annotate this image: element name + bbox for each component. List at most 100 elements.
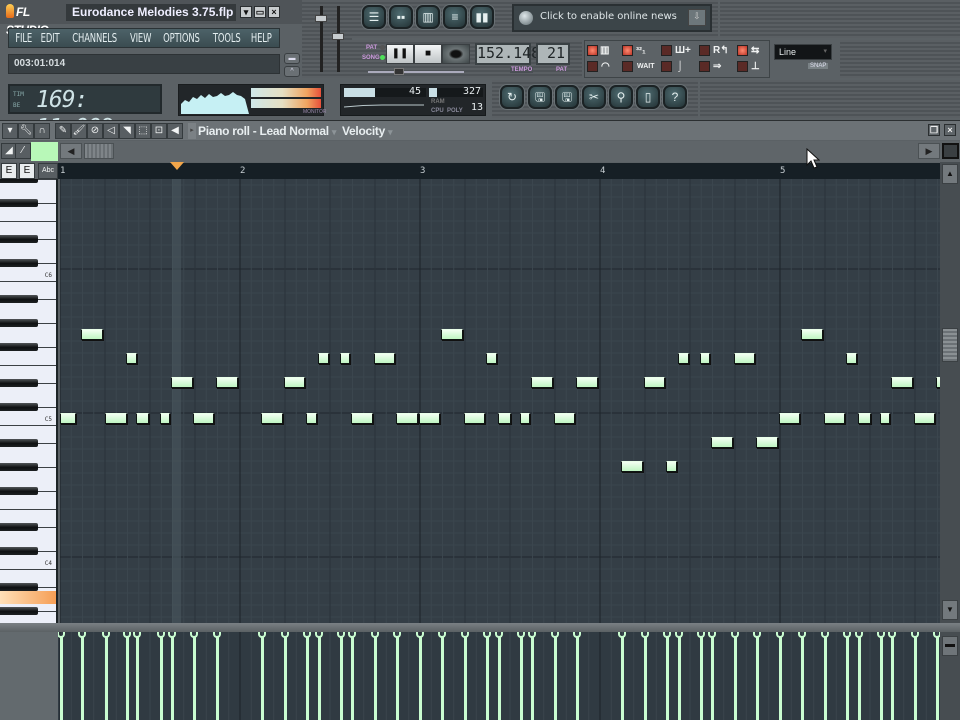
velocity-bar[interactable]: [553, 636, 557, 720]
event-target-select[interactable]: Velocity ▾: [342, 123, 393, 140]
note[interactable]: [216, 377, 238, 388]
master-pitch-knob[interactable]: [332, 33, 344, 40]
collapse-button[interactable]: ^: [284, 66, 300, 77]
velocity-bar[interactable]: [677, 636, 681, 720]
velocity-bar[interactable]: [396, 636, 400, 720]
velocity-bar[interactable]: [823, 636, 827, 720]
menu-view[interactable]: VIEW: [130, 31, 151, 45]
pattern-mode-led[interactable]: [380, 45, 385, 50]
velocity-handle[interactable]: [854, 632, 863, 638]
velocity-bar[interactable]: [576, 636, 580, 720]
save-new-version-button[interactable]: 🖫: [528, 85, 552, 109]
keyboard-view-button[interactable]: Ε: [1, 163, 17, 179]
snap-magnet-button[interactable]: ∩: [34, 123, 50, 139]
velocity-bar[interactable]: [913, 636, 917, 720]
piano-keyboard[interactable]: C6 C5 C4: [0, 179, 58, 623]
velocity-bar[interactable]: [801, 636, 805, 720]
wrench-button[interactable]: 🔧︎: [18, 123, 34, 139]
step-sequencer-button[interactable]: ▪▪: [389, 5, 413, 29]
multilink-toggle[interactable]: [737, 45, 748, 56]
scroll-left-button[interactable]: ◀: [60, 143, 82, 159]
velocity-bar[interactable]: [216, 636, 220, 720]
cut-button[interactable]: ✂: [582, 85, 606, 109]
paint-tool[interactable]: 🖌︎: [71, 123, 87, 139]
note[interactable]: [283, 377, 306, 388]
menu-edit[interactable]: EDIT: [41, 31, 60, 45]
vertical-scroll-thumb[interactable]: [942, 328, 958, 362]
snap-select[interactable]: Line ▾: [774, 44, 832, 60]
velocity-bar[interactable]: [700, 636, 704, 720]
note[interactable]: [105, 413, 127, 424]
note[interactable]: [463, 413, 486, 424]
pattern-number-display[interactable]: 21: [536, 43, 570, 65]
note[interactable]: [576, 377, 598, 388]
velocity-handle[interactable]: [933, 632, 940, 638]
playlist-button[interactable]: ☰: [362, 5, 386, 29]
note[interactable]: [666, 461, 677, 472]
mute-tool[interactable]: ◁: [103, 123, 119, 139]
note[interactable]: [261, 413, 283, 424]
velocity-bar[interactable]: [135, 636, 139, 720]
stop-button[interactable]: ■: [414, 44, 442, 64]
velocity-bar[interactable]: [105, 636, 108, 720]
scroll-up-button[interactable]: ▲: [942, 164, 958, 184]
project-info-button[interactable]: ▯: [636, 85, 660, 109]
velocity-handle[interactable]: [494, 632, 503, 638]
note[interactable]: [126, 353, 137, 364]
master-volume-knob[interactable]: [315, 15, 327, 22]
velocity-bar[interactable]: [857, 636, 861, 720]
pause-button[interactable]: ❚❚: [386, 44, 414, 64]
draw-tool[interactable]: ✎: [55, 123, 71, 139]
undo-button[interactable]: ↻: [500, 85, 524, 109]
mixer-button[interactable]: ▮▮: [470, 5, 494, 29]
zoom-tool[interactable]: ⊡: [151, 123, 167, 139]
note-grid[interactable]: [60, 179, 940, 623]
note[interactable]: [733, 353, 756, 364]
note[interactable]: [317, 353, 329, 364]
note[interactable]: [306, 413, 317, 424]
scroll-down-button[interactable]: ▼: [942, 600, 958, 620]
restore-button[interactable]: ▭: [254, 6, 266, 18]
velocity-bar[interactable]: [418, 636, 422, 720]
note[interactable]: [497, 413, 511, 424]
zoom-box-button[interactable]: [942, 143, 959, 159]
velocity-bar[interactable]: [160, 636, 164, 720]
velocity-bar[interactable]: [711, 636, 715, 720]
black-key[interactable]: [0, 379, 38, 387]
menu-help[interactable]: HELP: [251, 31, 272, 45]
velocity-bar[interactable]: [441, 636, 445, 720]
keyboard-names-button[interactable]: Ε: [19, 163, 35, 179]
velocity-bar[interactable]: [643, 636, 647, 720]
black-key[interactable]: [0, 583, 38, 591]
velocity-bar[interactable]: [520, 636, 524, 720]
velocity-bar[interactable]: [756, 636, 760, 720]
note[interactable]: [823, 413, 846, 424]
menu-channels[interactable]: CHANNELS: [72, 31, 117, 45]
velocity-bar[interactable]: [531, 636, 535, 720]
note[interactable]: [135, 413, 149, 424]
horizontal-scroll-thumb[interactable]: [84, 143, 114, 159]
note[interactable]: [441, 329, 463, 340]
black-key[interactable]: [0, 235, 38, 243]
note[interactable]: [192, 413, 215, 424]
note[interactable]: [677, 353, 689, 364]
velocity-bar[interactable]: [666, 636, 670, 720]
note[interactable]: [160, 413, 171, 424]
metronome-toggle[interactable]: [587, 45, 598, 56]
velocity-bar[interactable]: [340, 636, 344, 720]
note[interactable]: [891, 377, 913, 388]
event-zoom-button[interactable]: ▬: [942, 636, 958, 656]
velocity-bar[interactable]: [126, 636, 130, 720]
black-key[interactable]: [0, 319, 38, 327]
typing-keyboard-toggle[interactable]: [587, 61, 598, 72]
velocity-bar[interactable]: [261, 636, 265, 720]
black-key[interactable]: [0, 343, 38, 351]
output-monitor[interactable]: MONITOR: [178, 84, 327, 116]
note[interactable]: [857, 413, 871, 424]
velocity-bar[interactable]: [463, 636, 467, 720]
velocity-bar[interactable]: [497, 636, 501, 720]
black-key[interactable]: [0, 439, 38, 447]
black-key[interactable]: [0, 179, 38, 183]
velocity-bar[interactable]: [306, 636, 310, 720]
select-tool[interactable]: ⬚: [135, 123, 151, 139]
